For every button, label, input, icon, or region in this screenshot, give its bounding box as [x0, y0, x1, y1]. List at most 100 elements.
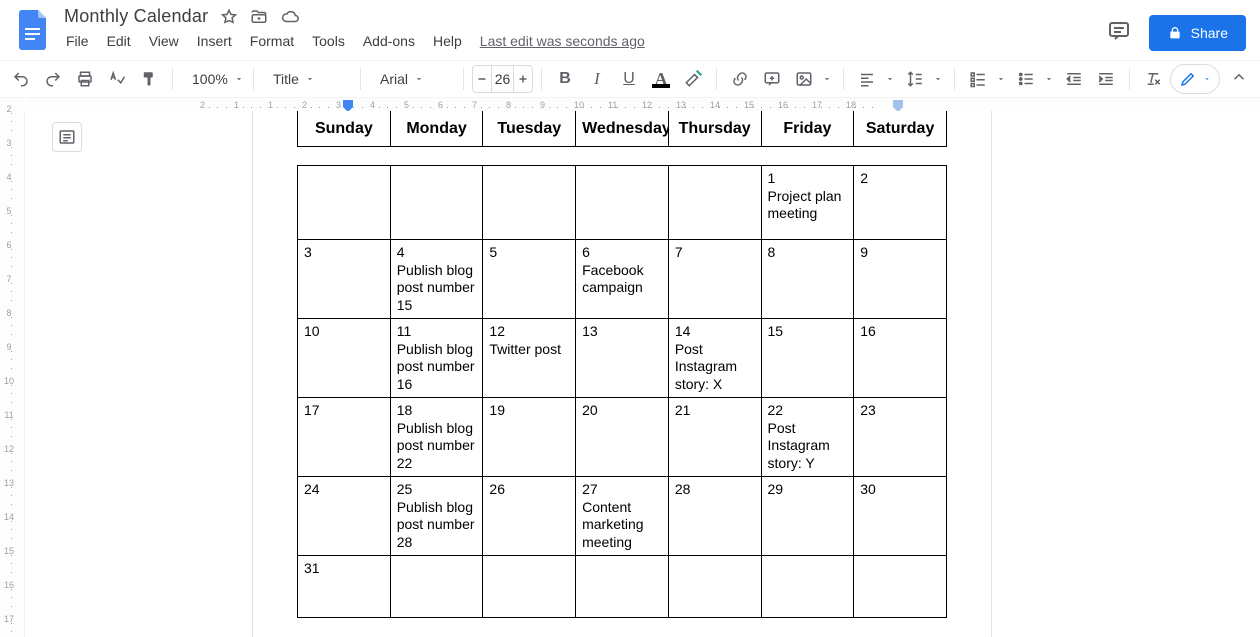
- calendar-cell[interactable]: 27Content marketing meeting: [576, 477, 669, 556]
- spellcheck-button[interactable]: [102, 64, 132, 94]
- font-size-value[interactable]: 26: [491, 66, 514, 92]
- calendar-header-cell[interactable]: Monday: [390, 111, 483, 147]
- hide-menus-button[interactable]: [1230, 68, 1248, 91]
- comment-history-icon[interactable]: [1107, 19, 1131, 48]
- indent-increase-button[interactable]: [1091, 64, 1121, 94]
- text-color-button[interactable]: A: [646, 64, 676, 94]
- calendar-cell[interactable]: 24: [298, 477, 391, 556]
- calendar-cell[interactable]: 12Twitter post: [483, 319, 576, 398]
- last-edit-link[interactable]: Last edit was seconds ago: [472, 29, 653, 53]
- calendar-header-cell[interactable]: Thursday: [668, 111, 761, 147]
- docs-logo[interactable]: [14, 10, 54, 50]
- calendar-cell[interactable]: [298, 166, 391, 240]
- calendar-cell[interactable]: 7: [668, 240, 761, 319]
- star-icon[interactable]: [220, 8, 238, 26]
- vertical-ruler[interactable]: 234567891011121314151617: [0, 98, 24, 637]
- calendar-body-table[interactable]: 1Project plan meeting2 34Publish blog pos…: [297, 165, 947, 618]
- print-button[interactable]: [70, 64, 100, 94]
- insert-link-button[interactable]: [725, 64, 755, 94]
- indent-decrease-button[interactable]: [1059, 64, 1089, 94]
- right-indent-marker[interactable]: [892, 98, 904, 111]
- calendar-cell[interactable]: [483, 556, 576, 618]
- calendar-cell[interactable]: 1Project plan meeting: [761, 166, 854, 240]
- calendar-cell[interactable]: [761, 556, 854, 618]
- menu-edit[interactable]: Edit: [99, 29, 139, 53]
- calendar-cell[interactable]: 20: [576, 398, 669, 477]
- calendar-cell[interactable]: [854, 556, 947, 618]
- editing-mode-button[interactable]: [1170, 64, 1220, 94]
- bulleted-list-button[interactable]: [1011, 64, 1057, 94]
- redo-button[interactable]: [38, 64, 68, 94]
- calendar-cell[interactable]: 18Publish blog post number 22: [390, 398, 483, 477]
- menu-help[interactable]: Help: [425, 29, 470, 53]
- font-size-decrease[interactable]: [473, 66, 491, 92]
- font-family-combo[interactable]: Arial: [369, 65, 455, 93]
- cloud-saved-icon[interactable]: [280, 8, 300, 26]
- underline-button[interactable]: U: [614, 64, 644, 94]
- menu-addons[interactable]: Add-ons: [355, 29, 423, 53]
- font-size-increase[interactable]: [514, 66, 532, 92]
- bold-button[interactable]: B: [550, 64, 580, 94]
- calendar-cell[interactable]: 26: [483, 477, 576, 556]
- calendar-cell[interactable]: 31: [298, 556, 391, 618]
- calendar-cell[interactable]: 2: [854, 166, 947, 240]
- align-button[interactable]: [852, 64, 898, 94]
- italic-button[interactable]: I: [582, 64, 612, 94]
- calendar-cell[interactable]: 30: [854, 477, 947, 556]
- checklist-button[interactable]: [963, 64, 1009, 94]
- calendar-header-cell[interactable]: Wednesday: [576, 111, 669, 147]
- calendar-header-cell[interactable]: Tuesday: [483, 111, 576, 147]
- page[interactable]: SundayMondayTuesdayWednesdayThursdayFrid…: [252, 111, 992, 637]
- insert-image-button[interactable]: [789, 64, 835, 94]
- calendar-cell[interactable]: 3: [298, 240, 391, 319]
- calendar-cell[interactable]: 9: [854, 240, 947, 319]
- calendar-cell[interactable]: 25Publish blog post number 28: [390, 477, 483, 556]
- calendar-cell[interactable]: [576, 166, 669, 240]
- undo-button[interactable]: [6, 64, 36, 94]
- calendar-cell[interactable]: [390, 556, 483, 618]
- calendar-cell[interactable]: 29: [761, 477, 854, 556]
- calendar-cell[interactable]: [576, 556, 669, 618]
- calendar-cell[interactable]: 4Publish blog post number 15: [390, 240, 483, 319]
- calendar-cell[interactable]: 14Post Instagram story: X: [668, 319, 761, 398]
- calendar-cell[interactable]: 13: [576, 319, 669, 398]
- calendar-cell[interactable]: 17: [298, 398, 391, 477]
- calendar-cell[interactable]: 22Post Instagram story: Y: [761, 398, 854, 477]
- line-spacing-button[interactable]: [900, 64, 946, 94]
- horizontal-ruler[interactable]: 21123456789101112131415161718: [28, 98, 1260, 111]
- calendar-cell[interactable]: [668, 556, 761, 618]
- document-title[interactable]: Monthly Calendar: [64, 6, 208, 27]
- highlight-color-button[interactable]: [678, 64, 708, 94]
- calendar-cell[interactable]: [483, 166, 576, 240]
- menu-file[interactable]: File: [58, 29, 97, 53]
- calendar-cell[interactable]: 15: [761, 319, 854, 398]
- zoom-combo[interactable]: 100%: [181, 65, 245, 93]
- calendar-cell[interactable]: 28: [668, 477, 761, 556]
- calendar-header-cell[interactable]: Friday: [761, 111, 854, 147]
- clear-formatting-button[interactable]: [1138, 64, 1168, 94]
- calendar-cell[interactable]: 19: [483, 398, 576, 477]
- insert-comment-button[interactable]: [757, 64, 787, 94]
- calendar-header-cell[interactable]: Sunday: [298, 111, 391, 147]
- left-indent-marker[interactable]: [342, 98, 354, 111]
- calendar-cell[interactable]: 11Publish blog post number 16: [390, 319, 483, 398]
- menu-format[interactable]: Format: [242, 29, 302, 53]
- calendar-cell[interactable]: 21: [668, 398, 761, 477]
- calendar-cell[interactable]: [668, 166, 761, 240]
- menu-tools[interactable]: Tools: [304, 29, 353, 53]
- calendar-cell[interactable]: 8: [761, 240, 854, 319]
- share-button[interactable]: Share: [1149, 15, 1246, 51]
- menu-insert[interactable]: Insert: [189, 29, 240, 53]
- calendar-cell[interactable]: 6Facebook campaign: [576, 240, 669, 319]
- show-outline-button[interactable]: [52, 122, 82, 152]
- calendar-cell[interactable]: 5: [483, 240, 576, 319]
- calendar-cell[interactable]: 16: [854, 319, 947, 398]
- calendar-header-table[interactable]: SundayMondayTuesdayWednesdayThursdayFrid…: [297, 111, 947, 147]
- move-icon[interactable]: [250, 8, 268, 26]
- paint-format-button[interactable]: [134, 64, 164, 94]
- calendar-header-cell[interactable]: Saturday: [854, 111, 947, 147]
- calendar-cell[interactable]: [390, 166, 483, 240]
- calendar-cell[interactable]: 10: [298, 319, 391, 398]
- paragraph-style-combo[interactable]: Title: [262, 65, 352, 93]
- document-canvas[interactable]: SundayMondayTuesdayWednesdayThursdayFrid…: [24, 111, 1260, 637]
